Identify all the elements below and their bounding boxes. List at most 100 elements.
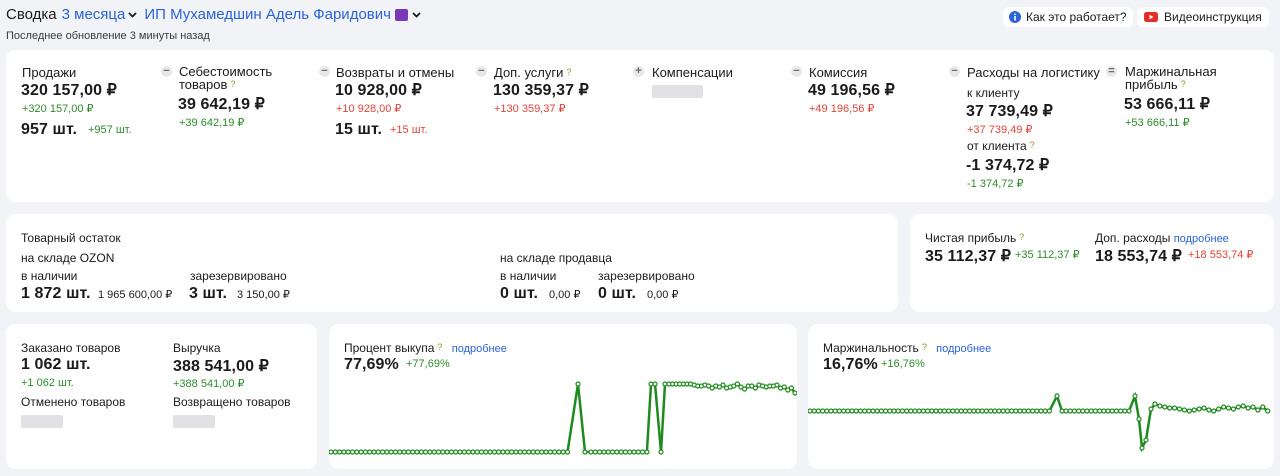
- help-icon[interactable]: ?: [437, 342, 442, 352]
- buyout-delta: +77,69%: [406, 358, 450, 370]
- page-title: Сводка: [6, 6, 57, 23]
- buyout-point: [354, 449, 360, 455]
- marginality-point: [1157, 403, 1163, 409]
- revenue-value: 388 541,00 ₽: [173, 358, 269, 375]
- returns-value: 10 928,00 ₽: [335, 82, 422, 99]
- seller-selector[interactable]: ИП Мухамедшин Адель Фаридович: [144, 6, 421, 23]
- marginality-point: [1162, 404, 1168, 410]
- buyout-point: [513, 449, 519, 455]
- marginality-point: [992, 408, 998, 414]
- buyout-sparkline: [329, 381, 797, 455]
- buyout-point: [734, 381, 740, 387]
- marginality-point: [954, 408, 960, 414]
- returns-label: Возвраты и отмены: [336, 65, 455, 80]
- buyout-value: 77,69%: [344, 356, 399, 373]
- marginality-point: [836, 408, 842, 414]
- marginality-point: [941, 408, 947, 414]
- sales-label: Продажи: [22, 65, 77, 80]
- marginality-point: [1042, 408, 1048, 414]
- buyout-point: [435, 449, 442, 455]
- marginality-point: [950, 408, 956, 414]
- services-delta: +130 359,37 ₽: [494, 103, 566, 115]
- marginality-point: [1143, 437, 1149, 443]
- marginality-point: [1240, 403, 1246, 409]
- plus-icon: +: [633, 66, 644, 77]
- marginality-point: [1235, 404, 1241, 410]
- marginality-point: [820, 408, 826, 414]
- buyout-point: [384, 449, 390, 455]
- marginality-point: [1206, 407, 1212, 413]
- marginality-point: [857, 408, 864, 414]
- extra-expenses-details-link[interactable]: подробнее: [1174, 233, 1229, 245]
- marginality-point: [912, 408, 918, 414]
- marginality-point: [1136, 416, 1142, 422]
- buyout-point: [487, 449, 493, 455]
- logistics-to-client-delta: +37 739,49 ₽: [967, 124, 1033, 136]
- marginality-point: [924, 408, 931, 414]
- buyout-point: [521, 449, 528, 455]
- help-icon[interactable]: ?: [1019, 232, 1024, 242]
- cost-value: 39 642,19 ₽: [178, 96, 265, 113]
- help-icon[interactable]: ?: [1181, 79, 1186, 89]
- buyout-point: [609, 449, 616, 455]
- buyout-point: [539, 449, 545, 455]
- marginality-point: [1109, 408, 1115, 414]
- video-guide-button[interactable]: Видеоинструкция: [1137, 7, 1269, 27]
- buyout-details-link[interactable]: подробнее: [452, 343, 507, 355]
- marginality-point: [1201, 405, 1207, 411]
- marginality-label-text: Маржинальность: [823, 341, 919, 355]
- stock-seller-available-qty: 0 шт.: [500, 285, 539, 302]
- marginality-point: [1260, 404, 1266, 410]
- marginality-point: [975, 408, 981, 414]
- marginality-point: [1054, 393, 1060, 399]
- buyout-point: [418, 449, 424, 455]
- minus-icon: −: [476, 66, 487, 77]
- marginality-point: [1101, 408, 1107, 414]
- sales-value: 320 157,00 ₽: [21, 82, 117, 99]
- marginality-point: [824, 408, 830, 414]
- help-icon[interactable]: ?: [1030, 140, 1035, 150]
- extra-expenses-value: 18 553,74 ₽: [1095, 248, 1182, 265]
- help-icon[interactable]: ?: [230, 79, 235, 89]
- cost-label-line2: товаров: [179, 77, 228, 92]
- marginality-card: Маржинальность? подробнее 16,76% +16,76%: [808, 324, 1274, 469]
- buyout-point: [431, 449, 437, 455]
- marginality-point: [828, 408, 834, 414]
- marginality-point: [861, 408, 868, 414]
- buyout-point: [597, 449, 603, 455]
- marginality-label: Маржинальность? подробнее: [823, 341, 991, 355]
- buyout-point: [517, 449, 523, 455]
- marginality-point: [958, 408, 964, 414]
- period-selector[interactable]: 3 месяца: [62, 6, 138, 23]
- marginality-point: [1067, 408, 1073, 414]
- stock-ozon-reserved-qty: 3 шт.: [189, 285, 228, 302]
- marginality-point: [1221, 404, 1227, 410]
- stock-seller-label: на складе продавца: [500, 251, 612, 265]
- marginality-point: [908, 408, 914, 414]
- revenue-label: Выручка: [173, 341, 221, 355]
- buyout-point: [466, 449, 472, 455]
- logistics-label: Расходы на логистику: [967, 65, 1100, 80]
- marginality-point: [1126, 408, 1132, 414]
- buyout-point: [444, 449, 450, 455]
- buyout-point: [440, 449, 446, 455]
- buyout-point: [588, 449, 594, 455]
- marginality-point: [1063, 408, 1069, 414]
- marginality-point: [1009, 408, 1015, 414]
- buyout-point: [658, 449, 664, 455]
- marginality-point: [1030, 408, 1036, 414]
- marginality-point: [1071, 408, 1077, 414]
- marginality-point: [1148, 406, 1154, 412]
- compensation-label: Компенсации: [652, 65, 733, 80]
- marginality-details-link[interactable]: подробнее: [936, 343, 991, 355]
- ordered-delta: +1 062 шт.: [21, 377, 74, 389]
- buyout-point: [575, 381, 581, 387]
- marginality-point: [1211, 408, 1217, 414]
- minus-icon: −: [949, 66, 960, 77]
- marginality-point: [1017, 408, 1023, 414]
- minus-icon: −: [319, 66, 330, 77]
- how-it-works-link[interactable]: Как это работает?: [1003, 7, 1133, 27]
- help-icon[interactable]: ?: [922, 342, 927, 352]
- help-icon[interactable]: ?: [566, 67, 571, 77]
- marginality-point: [1004, 408, 1010, 414]
